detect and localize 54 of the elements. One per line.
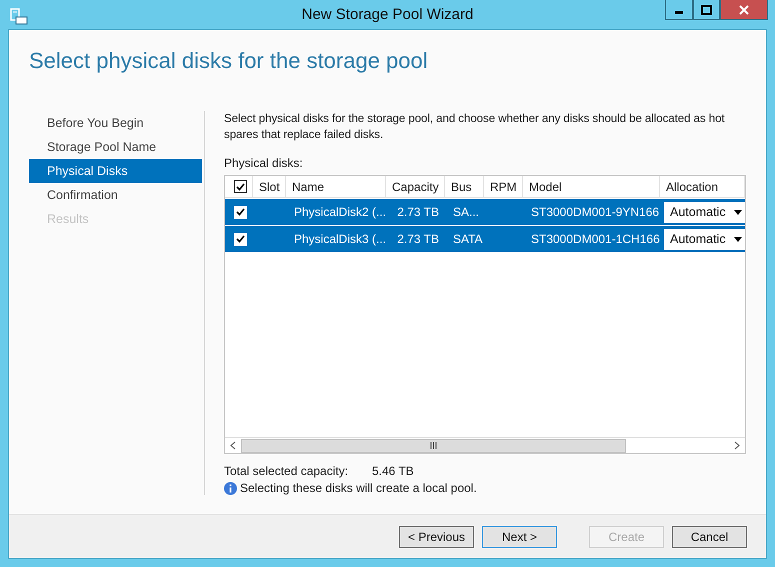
wizard-step[interactable]: Before You Begin — [29, 111, 202, 135]
scroll-thumb[interactable] — [241, 438, 626, 452]
column-header[interactable]: Model — [523, 176, 660, 197]
close-icon — [739, 4, 749, 14]
wizard-step[interactable]: Confirmation — [29, 183, 202, 207]
description-text: Select physical disks for the storage pool, and choose whether any disks should be allocated as hot spares that replace failed disks. — [224, 111, 726, 143]
allocation-dropdown[interactable]: Automatic — [664, 228, 745, 250]
allocation-dropdown[interactable]: Automatic — [664, 202, 745, 222]
horizontal-scrollbar[interactable] — [225, 437, 745, 453]
table-row[interactable]: PhysicalDisk3 (... 2.73 TB SATA ST3000DM001-1CH166 Automatic — [225, 226, 745, 252]
chevron-left-icon — [230, 441, 236, 450]
maximize-icon — [701, 4, 712, 14]
checkmark-icon — [236, 208, 245, 216]
total-value: 5.46 TB — [372, 464, 414, 478]
table-cell-text: ST3000DM001-9YN166 — [530, 205, 660, 219]
column-header[interactable]: Allocation — [660, 176, 745, 197]
table-cell-text: ST3000DM001-1CH166 — [530, 232, 660, 246]
minimize-button[interactable] — [665, 0, 693, 20]
column-header[interactable]: Bus — [445, 176, 484, 197]
checkmark-icon — [236, 182, 245, 190]
table-label: Physical disks: — [224, 156, 304, 170]
info-icon — [224, 482, 237, 494]
column-header[interactable]: Capacity — [386, 176, 445, 197]
chevron-right-icon — [734, 441, 740, 450]
server-icon — [10, 8, 28, 26]
wizard-step[interactable]: Storage Pool Name — [29, 135, 202, 159]
info-text: Selecting these disks will create a local pool. — [240, 481, 477, 495]
maximize-button[interactable] — [693, 0, 720, 20]
minimize-icon — [675, 11, 683, 14]
caret-icon — [734, 236, 742, 242]
total-label: Total selected capacity: — [224, 464, 350, 478]
page-heading: Select physical disks for the storage pool — [28, 47, 429, 75]
column-header[interactable]: Name — [286, 176, 386, 197]
table-row[interactable]: PhysicalDisk2 (... 2.73 TB SA... ST3000DM001-9YN166 Automatic — [225, 199, 745, 225]
wizard-step[interactable]: Physical Disks — [29, 159, 202, 183]
table-cell-text: PhysicalDisk2 (... — [293, 205, 386, 219]
column-header[interactable]: Slot — [253, 176, 286, 197]
row-checkbox[interactable] — [234, 232, 247, 246]
close-button[interactable] — [720, 0, 768, 20]
table-cell-text: SA... — [452, 205, 480, 219]
grip-icon — [430, 442, 437, 449]
row-checkbox[interactable] — [234, 206, 247, 218]
wizard-button[interactable]: Cancel — [672, 526, 747, 548]
select-all-checkbox[interactable] — [234, 180, 247, 193]
table-cell-text: 2.73 TB — [396, 232, 440, 246]
caret-icon — [734, 210, 742, 214]
table-cell-text: PhysicalDisk3 (... — [293, 232, 386, 246]
checkmark-icon — [236, 235, 245, 243]
column-header[interactable]: RPM — [484, 176, 523, 197]
wizard-button[interactable]: < Previous — [399, 526, 474, 548]
wizard-button[interactable]: Next > — [482, 526, 557, 548]
table-cell-text: 2.73 TB — [396, 205, 440, 219]
table-cell-text: SATA — [452, 232, 484, 246]
window-title: New Storage Pool Wizard — [302, 6, 474, 23]
